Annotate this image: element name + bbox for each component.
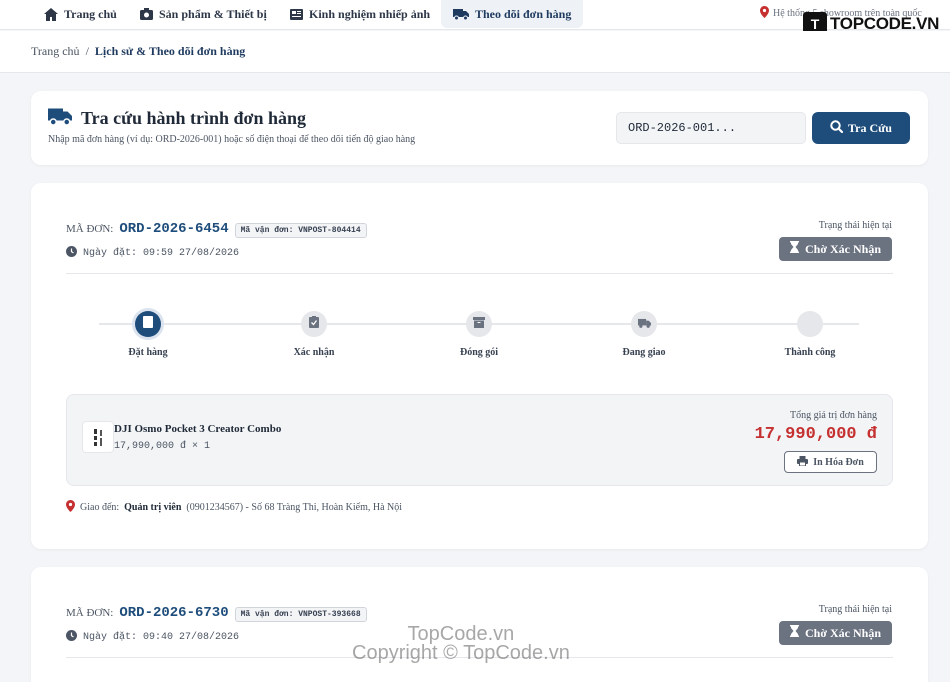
total-label: Tổng giá trị đơn hàng	[790, 410, 877, 421]
breadcrumb-separator: /	[85, 44, 89, 58]
order-search-input[interactable]: ORD-2026-001...	[616, 112, 806, 144]
box-icon	[473, 315, 485, 333]
delivery-address: Giao đến: Quản trị viên (0901234567) - S…	[66, 500, 402, 515]
status-badge: Chờ Xác Nhận	[779, 621, 892, 645]
clock-icon	[66, 630, 77, 645]
order-card: MÃ ĐƠN: ORD-2026-6454 Mã vận đơn: VNPOST…	[31, 183, 928, 549]
step-label: Đặt hàng	[128, 347, 168, 358]
order-code-row: MÃ ĐƠN: ORD-2026-6730 Mã vận đơn: VNPOST…	[66, 605, 367, 622]
camera-icon	[140, 8, 153, 20]
product-name[interactable]: DJI Osmo Pocket 3 Creator Combo	[114, 423, 281, 435]
step-confirmed: Xác nhận	[254, 311, 374, 358]
nav-item-home[interactable]: Trang chủ	[44, 0, 117, 28]
nav-label: Theo dõi đơn hàng	[475, 6, 572, 21]
product-thumbnail	[82, 421, 114, 453]
map-pin-icon	[760, 6, 769, 21]
address-detail: (0901234567) - Số 68 Tràng Thi, Hoàn Kiế…	[186, 502, 403, 513]
step-dot	[135, 311, 161, 337]
print-label: In Hóa Đơn	[813, 456, 864, 468]
search-button-label: Tra Cứu	[848, 120, 892, 135]
address-prefix: Giao đến:	[80, 502, 120, 513]
step-ordered: Đặt hàng	[88, 311, 208, 358]
search-icon	[830, 119, 844, 137]
status-text: Chờ Xác Nhận	[805, 241, 881, 256]
status-badge: Chờ Xác Nhận	[779, 237, 892, 261]
nav-item-products[interactable]: Sản phẩm & Thiết bị	[140, 0, 267, 28]
order-code-label: MÃ ĐƠN:	[66, 223, 114, 235]
order-code-row: MÃ ĐƠN: ORD-2026-6454 Mã vận đơn: VNPOST…	[66, 221, 367, 238]
top-navbar: Trang chủ Sản phẩm & Thiết bị Kinh nghiệ…	[0, 0, 950, 36]
watermark: TopCode.vn Copyright © TopCode.vn	[352, 624, 570, 664]
step-dot	[466, 311, 492, 337]
product-price-qty: 17,990,000 đ × 1	[114, 441, 211, 452]
print-invoice-button[interactable]: In Hóa Đơn	[784, 451, 877, 473]
truck-icon	[453, 8, 469, 20]
recipient-name: Quản trị viên	[124, 502, 182, 513]
newspaper-icon	[290, 8, 303, 20]
order-date: Ngày đặt: 09:59 27/08/2026	[83, 248, 240, 259]
watermark-line: Copyright © TopCode.vn	[352, 642, 570, 664]
step-dot	[631, 311, 657, 337]
step-shipping: Đang giao	[584, 311, 704, 358]
breadcrumb-current: Lịch sử & Theo dõi đơn hàng	[94, 44, 246, 58]
nav-label: Kinh nghiệm nhiếp ảnh	[309, 6, 431, 21]
receipt-icon	[143, 315, 153, 333]
step-label: Đóng gói	[459, 347, 499, 358]
search-subtitle: Nhập mã đơn hàng (ví dụ: ORD-2026-001) h…	[48, 134, 416, 145]
search-title: Tra cứu hành trình đơn hàng	[81, 108, 307, 128]
order-date-row: Ngày đặt: 09:59 27/08/2026	[66, 246, 239, 261]
step-label: Thành công	[784, 347, 836, 358]
step-label: Xác nhận	[293, 347, 335, 358]
order-date-row: Ngày đặt: 09:40 27/08/2026	[66, 630, 239, 645]
order-code[interactable]: ORD-2026-6730	[119, 605, 228, 621]
search-button[interactable]: Tra Cứu	[812, 112, 910, 144]
shipping-code-badge: Mã vận đơn: VNPOST-804414	[234, 223, 367, 238]
nav-item-experience[interactable]: Kinh nghiệm nhiếp ảnh	[290, 0, 430, 28]
step-packing: Đóng gói	[419, 311, 539, 358]
order-code-label: MÃ ĐƠN:	[66, 607, 114, 619]
step-dot	[797, 311, 823, 337]
hourglass-icon	[790, 241, 799, 257]
divider	[66, 273, 893, 274]
breadcrumb: Trang chủ / Lịch sử & Theo dõi đơn hàng	[31, 44, 245, 59]
nav-item-tracking[interactable]: Theo dõi đơn hàng	[441, 0, 584, 28]
status-label: Trạng thái hiện tại	[818, 220, 892, 231]
step-label: Đang giao	[622, 347, 666, 358]
clipboard-check-icon	[309, 315, 319, 333]
map-pin-icon	[66, 500, 75, 515]
search-card: Tra cứu hành trình đơn hàng Nhập mã đơn …	[31, 91, 928, 165]
breadcrumb-home[interactable]: Trang chủ	[31, 44, 80, 59]
step-dot	[301, 311, 327, 337]
status-label: Trạng thái hiện tại	[818, 604, 892, 615]
breadcrumb-bar: Trang chủ / Lịch sử & Theo dõi đơn hàng	[0, 31, 950, 73]
truck-icon	[637, 315, 651, 333]
home-icon	[44, 7, 58, 21]
printer-icon	[797, 455, 809, 469]
shipping-code-badge: Mã vận đơn: VNPOST-393668	[234, 607, 367, 622]
hourglass-icon	[790, 625, 799, 641]
step-success: Thành công	[750, 311, 870, 358]
truck-icon	[48, 107, 72, 130]
order-item-box: DJI Osmo Pocket 3 Creator Combo 17,990,0…	[66, 394, 893, 486]
status-text: Chờ Xác Nhận	[805, 625, 881, 640]
nav-label: Sản phẩm & Thiết bị	[159, 6, 267, 21]
nav-label: Trang chủ	[64, 6, 117, 21]
order-date: Ngày đặt: 09:40 27/08/2026	[83, 632, 240, 643]
clock-icon	[66, 246, 77, 261]
order-code[interactable]: ORD-2026-6454	[119, 221, 228, 237]
total-value: 17,990,000 đ	[754, 425, 877, 444]
